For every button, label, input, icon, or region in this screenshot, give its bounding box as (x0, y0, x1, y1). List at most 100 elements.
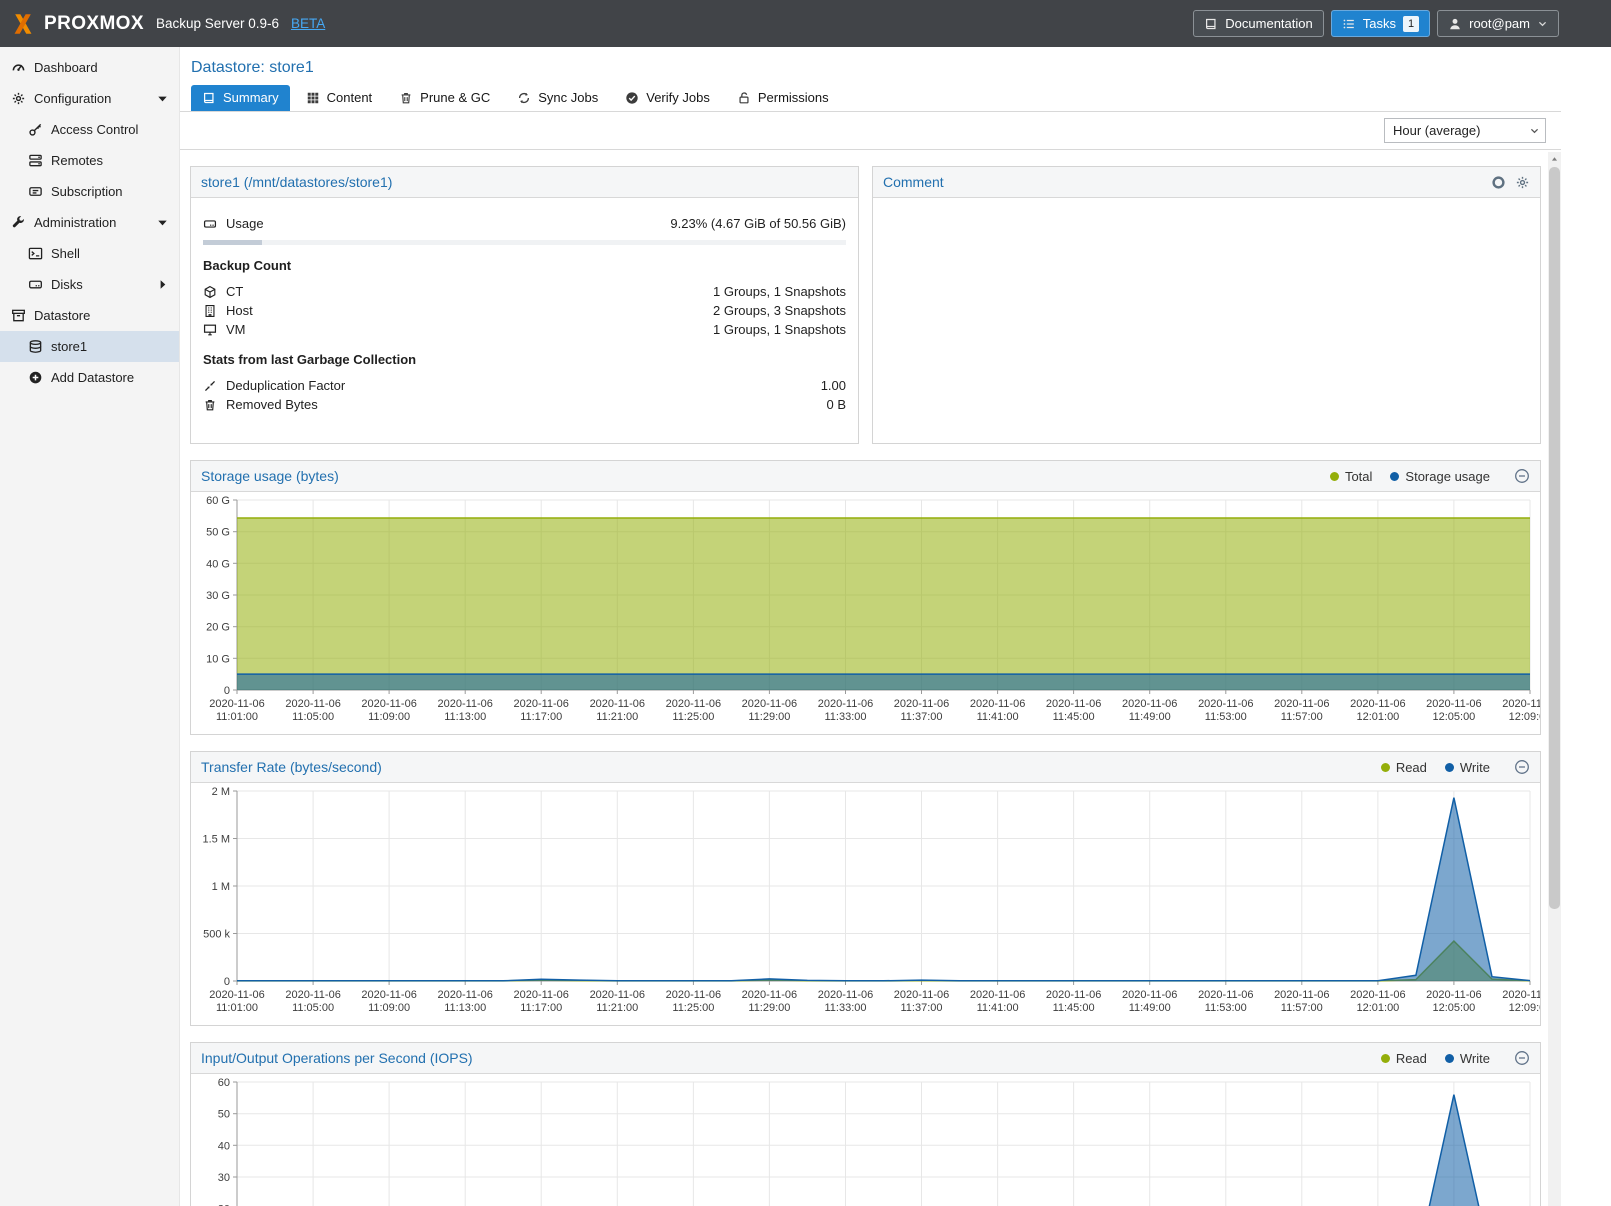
storage-usage-panel: Storage usage (bytes) Total Storage usag… (190, 460, 1541, 735)
svg-text:2020-11-06: 2020-11-06 (209, 989, 264, 1001)
tab-verify-jobs[interactable]: Verify Jobs (614, 85, 721, 111)
collapse-icon[interactable] (1514, 1050, 1530, 1066)
svg-text:2020-11-06: 2020-11-06 (1046, 989, 1101, 1001)
svg-text:30: 30 (218, 1172, 230, 1184)
legend-total[interactable]: Total (1330, 469, 1372, 484)
svg-text:2020-11-06: 2020-11-06 (1350, 698, 1405, 710)
arrow-up-icon (1550, 155, 1559, 164)
gear-icon[interactable] (1515, 175, 1530, 190)
svg-text:11:57:00: 11:57:00 (1281, 1002, 1323, 1014)
chart-legend: Total Storage usage (1330, 468, 1530, 484)
svg-text:11:29:00: 11:29:00 (748, 711, 790, 723)
transfer-rate-chart: 2020-11-0611:01:002020-11-0611:05:002020… (191, 783, 1540, 1025)
collapse-icon[interactable] (1514, 468, 1530, 484)
svg-text:11:37:00: 11:37:00 (900, 711, 942, 723)
sidebar-item-dashboard[interactable]: Dashboard (0, 52, 179, 83)
svg-text:12:05:00: 12:05:00 (1432, 1002, 1475, 1014)
svg-text:11:57:00: 11:57:00 (1281, 711, 1323, 723)
book-icon (1204, 17, 1218, 31)
svg-text:11:13:00: 11:13:00 (444, 711, 486, 723)
ct-row: CT 1 Groups, 1 Snapshots (203, 282, 846, 301)
check-circle-icon (625, 91, 639, 105)
svg-text:2020-11-06: 2020-11-06 (361, 698, 416, 710)
summary-toolbar: Hour (average) (180, 112, 1561, 150)
tasks-button[interactable]: Tasks 1 (1331, 10, 1430, 37)
svg-text:2020-11-06: 2020-11-06 (970, 698, 1025, 710)
legend-dot (1445, 1054, 1454, 1063)
sync-icon (517, 91, 531, 105)
svg-text:11:01:00: 11:01:00 (216, 1002, 258, 1014)
svg-text:20 G: 20 G (206, 622, 230, 634)
svg-text:11:33:00: 11:33:00 (824, 711, 866, 723)
svg-text:2020-11-06: 2020-11-06 (1198, 698, 1253, 710)
host-row: Host 2 Groups, 3 Snapshots (203, 301, 846, 320)
tab-permissions[interactable]: Permissions (726, 85, 840, 111)
sidebar-item-disks[interactable]: Disks (0, 269, 179, 300)
svg-text:2020-11-06: 2020-11-06 (513, 989, 568, 1001)
svg-text:11:21:00: 11:21:00 (596, 711, 638, 723)
svg-text:11:21:00: 11:21:00 (596, 1002, 638, 1014)
iops-panel: Input/Output Operations per Second (IOPS… (190, 1042, 1541, 1206)
legend-storage-usage[interactable]: Storage usage (1390, 469, 1490, 484)
documentation-button[interactable]: Documentation (1193, 10, 1323, 37)
sidebar-item-datastore[interactable]: Datastore (0, 300, 179, 331)
svg-text:11:49:00: 11:49:00 (1129, 1002, 1171, 1014)
tab-prune-gc[interactable]: Prune & GC (388, 85, 501, 111)
usage-progress-fill (203, 240, 262, 245)
tab-summary[interactable]: Summary (191, 85, 290, 111)
svg-text:60 G: 60 G (206, 495, 230, 507)
svg-text:2020-11-06: 2020-11-06 (894, 698, 949, 710)
reload-icon[interactable] (1491, 175, 1506, 190)
svg-text:11:33:00: 11:33:00 (824, 1002, 866, 1014)
compress-icon (203, 379, 217, 393)
svg-text:11:05:00: 11:05:00 (292, 1002, 334, 1014)
collapse-icon[interactable] (1514, 759, 1530, 775)
topbar: PROXMOX Backup Server 0.9-6 BETA Documen… (0, 0, 1611, 47)
svg-text:12:01:00: 12:01:00 (1356, 1002, 1399, 1014)
beta-link[interactable]: BETA (291, 16, 325, 31)
sidebar-item-shell[interactable]: Shell (0, 238, 179, 269)
chevron-down-icon (1529, 125, 1540, 136)
sidebar-item-remotes[interactable]: Remotes (0, 145, 179, 176)
svg-text:2020-11-06: 2020-11-06 (361, 989, 416, 1001)
svg-text:2020-11-06: 2020-11-06 (1274, 698, 1329, 710)
svg-text:2020-11-06: 2020-11-06 (513, 698, 568, 710)
building-icon (203, 304, 217, 318)
svg-text:11:25:00: 11:25:00 (672, 1002, 714, 1014)
sidebar-item-administration[interactable]: Administration (0, 207, 179, 238)
svg-text:11:17:00: 11:17:00 (520, 711, 562, 723)
svg-text:2020-11-06: 2020-11-06 (1350, 989, 1405, 1001)
legend-write[interactable]: Write (1445, 760, 1490, 775)
scrollbar-up-arrow[interactable] (1548, 152, 1561, 166)
tab-sync-jobs[interactable]: Sync Jobs (506, 85, 609, 111)
svg-text:500 k: 500 k (203, 929, 230, 941)
legend-read[interactable]: Read (1381, 760, 1427, 775)
hdd-icon (203, 217, 217, 231)
legend-read[interactable]: Read (1381, 1051, 1427, 1066)
panel-title: Input/Output Operations per Second (IOPS… (201, 1050, 1371, 1066)
svg-text:2020-11-06: 2020-11-06 (1274, 989, 1329, 1001)
user-menu-button[interactable]: root@pam (1437, 10, 1559, 37)
svg-text:11:41:00: 11:41:00 (977, 1002, 1019, 1014)
comment-panel: Comment (872, 166, 1541, 444)
svg-text:2020-11-06: 2020-11-06 (1502, 989, 1540, 1001)
sidebar-item-subscription[interactable]: Subscription (0, 176, 179, 207)
storage-usage-chart: 2020-11-0611:01:002020-11-0611:05:002020… (191, 492, 1540, 734)
legend-write[interactable]: Write (1445, 1051, 1490, 1066)
sidebar-item-store1[interactable]: store1 (0, 331, 179, 362)
sidebar-item-configuration[interactable]: Configuration (0, 83, 179, 114)
chart-legend: Read Write (1381, 1050, 1530, 1066)
combo-trigger[interactable] (1523, 119, 1545, 142)
svg-text:2020-11-06: 2020-11-06 (1046, 698, 1101, 710)
scrollbar-thumb[interactable] (1549, 167, 1560, 909)
legend-dot (1381, 763, 1390, 772)
usage-row: Usage 9.23% (4.67 GiB of 50.56 GiB) (203, 214, 846, 233)
svg-text:11:01:00: 11:01:00 (216, 711, 258, 723)
tab-content[interactable]: Content (295, 85, 384, 111)
wrench-icon (11, 215, 26, 230)
timeframe-select[interactable]: Hour (average) (1384, 118, 1546, 143)
sidebar-item-access-control[interactable]: Access Control (0, 114, 179, 145)
sidebar-item-add-datastore[interactable]: Add Datastore (0, 362, 179, 393)
legend-dot (1445, 763, 1454, 772)
panel-title: Storage usage (bytes) (201, 468, 1320, 484)
